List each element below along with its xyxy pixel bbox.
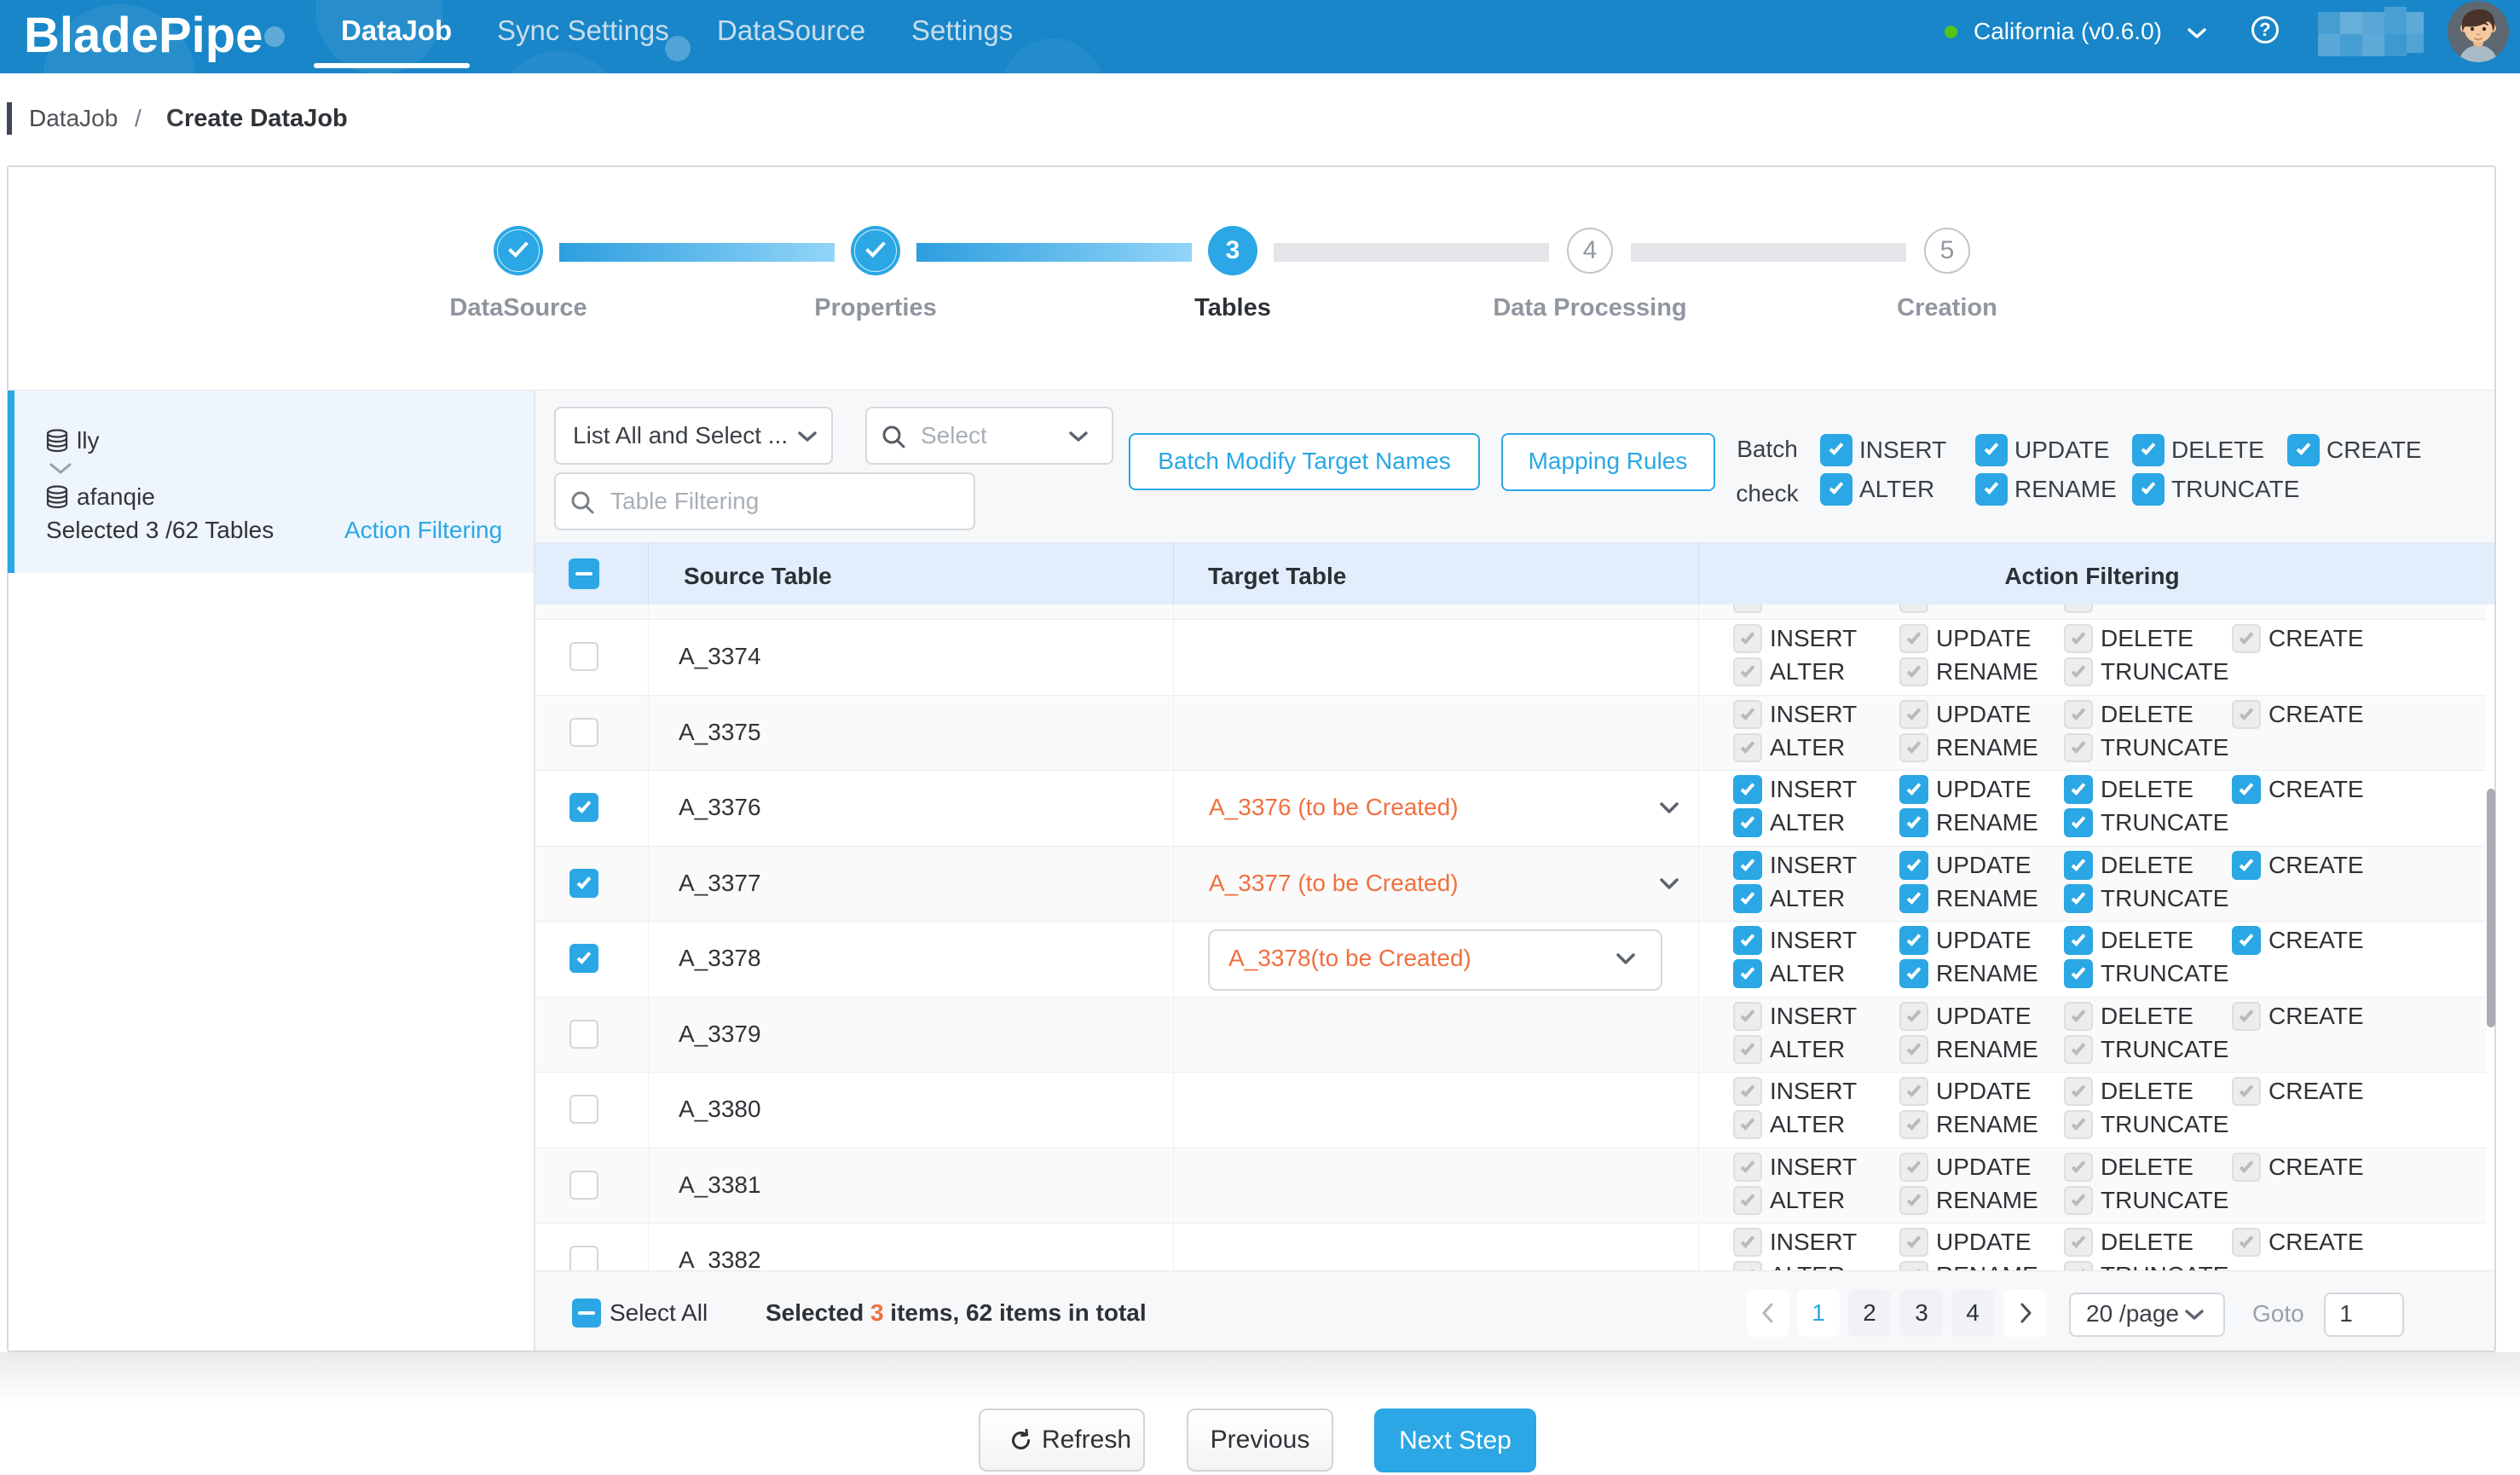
svg-text:?: ? xyxy=(2259,19,2270,40)
